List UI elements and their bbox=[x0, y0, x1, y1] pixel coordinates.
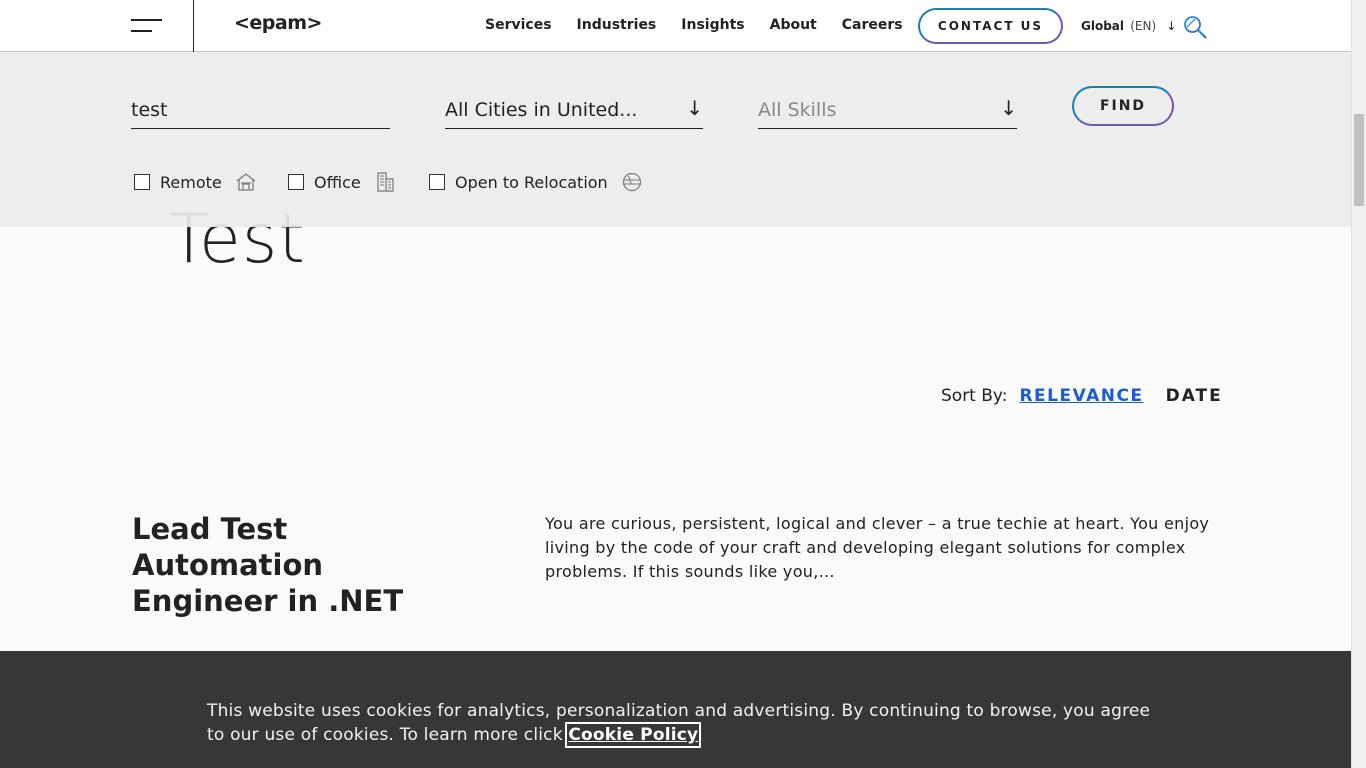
city-value: All Cities in United... bbox=[445, 99, 638, 121]
job-title-link[interactable]: Lead Test Automation Engineer in .NET bbox=[132, 511, 432, 619]
keyword-field[interactable]: test bbox=[131, 96, 390, 129]
search-icon[interactable] bbox=[1182, 14, 1208, 40]
job-search-panel: test All Cities in United... ↓ All Skill… bbox=[0, 52, 1351, 227]
language-code: (EN) bbox=[1130, 19, 1157, 33]
arrow-down-icon: ↓ bbox=[1166, 19, 1177, 33]
language-selector[interactable]: Global (EN) ↓ bbox=[1081, 19, 1176, 33]
remote-checkbox[interactable] bbox=[134, 174, 150, 190]
main-nav: Services Industries Insights About Caree… bbox=[485, 17, 928, 33]
nav-services[interactable]: Services bbox=[485, 17, 552, 33]
menu-icon[interactable] bbox=[131, 18, 163, 34]
sort-controls: Sort By: RELEVANCE DATE bbox=[941, 386, 1223, 406]
nav-about[interactable]: About bbox=[770, 17, 817, 33]
relocation-label: Open to Relocation bbox=[455, 172, 608, 192]
scrollbar-thumb[interactable] bbox=[1354, 114, 1364, 206]
nav-careers[interactable]: Careers bbox=[842, 17, 903, 33]
office-filter[interactable]: Office bbox=[288, 170, 397, 194]
office-checkbox[interactable] bbox=[288, 174, 304, 190]
relocation-checkbox[interactable] bbox=[429, 174, 445, 190]
contact-us-button[interactable]: CONTACT US bbox=[918, 8, 1063, 44]
skills-dropdown[interactable]: All Skills ↓ bbox=[758, 96, 1017, 129]
arrow-down-icon: ↓ bbox=[686, 96, 703, 120]
nav-industries[interactable]: Industries bbox=[577, 17, 657, 33]
job-description: You are curious, persistent, logical and… bbox=[545, 514, 1210, 581]
language-label: Global bbox=[1081, 19, 1125, 33]
keyword-value: test bbox=[131, 99, 168, 121]
epam-logo[interactable]: <epam> bbox=[234, 12, 322, 34]
city-dropdown[interactable]: All Cities in United... ↓ bbox=[445, 96, 703, 129]
find-button[interactable]: FIND bbox=[1072, 86, 1174, 126]
header-divider bbox=[193, 0, 194, 52]
globe-icon bbox=[622, 172, 641, 192]
skills-placeholder: All Skills bbox=[758, 99, 837, 121]
page-scrollbar[interactable] bbox=[1351, 0, 1366, 768]
office-building-icon bbox=[377, 172, 394, 192]
site-header: <epam> Services Industries Insights Abou… bbox=[0, 0, 1351, 52]
office-label: Office bbox=[314, 172, 361, 192]
remote-label: Remote bbox=[160, 172, 222, 192]
sort-relevance-link[interactable]: RELEVANCE bbox=[1019, 386, 1143, 406]
cookie-text: This website uses cookies for analytics,… bbox=[207, 699, 1167, 748]
cookie-policy-link[interactable]: Cookie Policy bbox=[565, 722, 702, 748]
home-icon bbox=[236, 173, 256, 191]
sort-date-link[interactable]: DATE bbox=[1166, 386, 1223, 406]
remote-filter[interactable]: Remote bbox=[134, 170, 258, 194]
cookie-banner: This website uses cookies for analytics,… bbox=[0, 651, 1351, 768]
nav-insights[interactable]: Insights bbox=[681, 17, 744, 33]
arrow-down-icon: ↓ bbox=[1000, 96, 1017, 120]
sort-label: Sort By: bbox=[941, 386, 1008, 406]
relocation-filter[interactable]: Open to Relocation bbox=[429, 170, 644, 194]
